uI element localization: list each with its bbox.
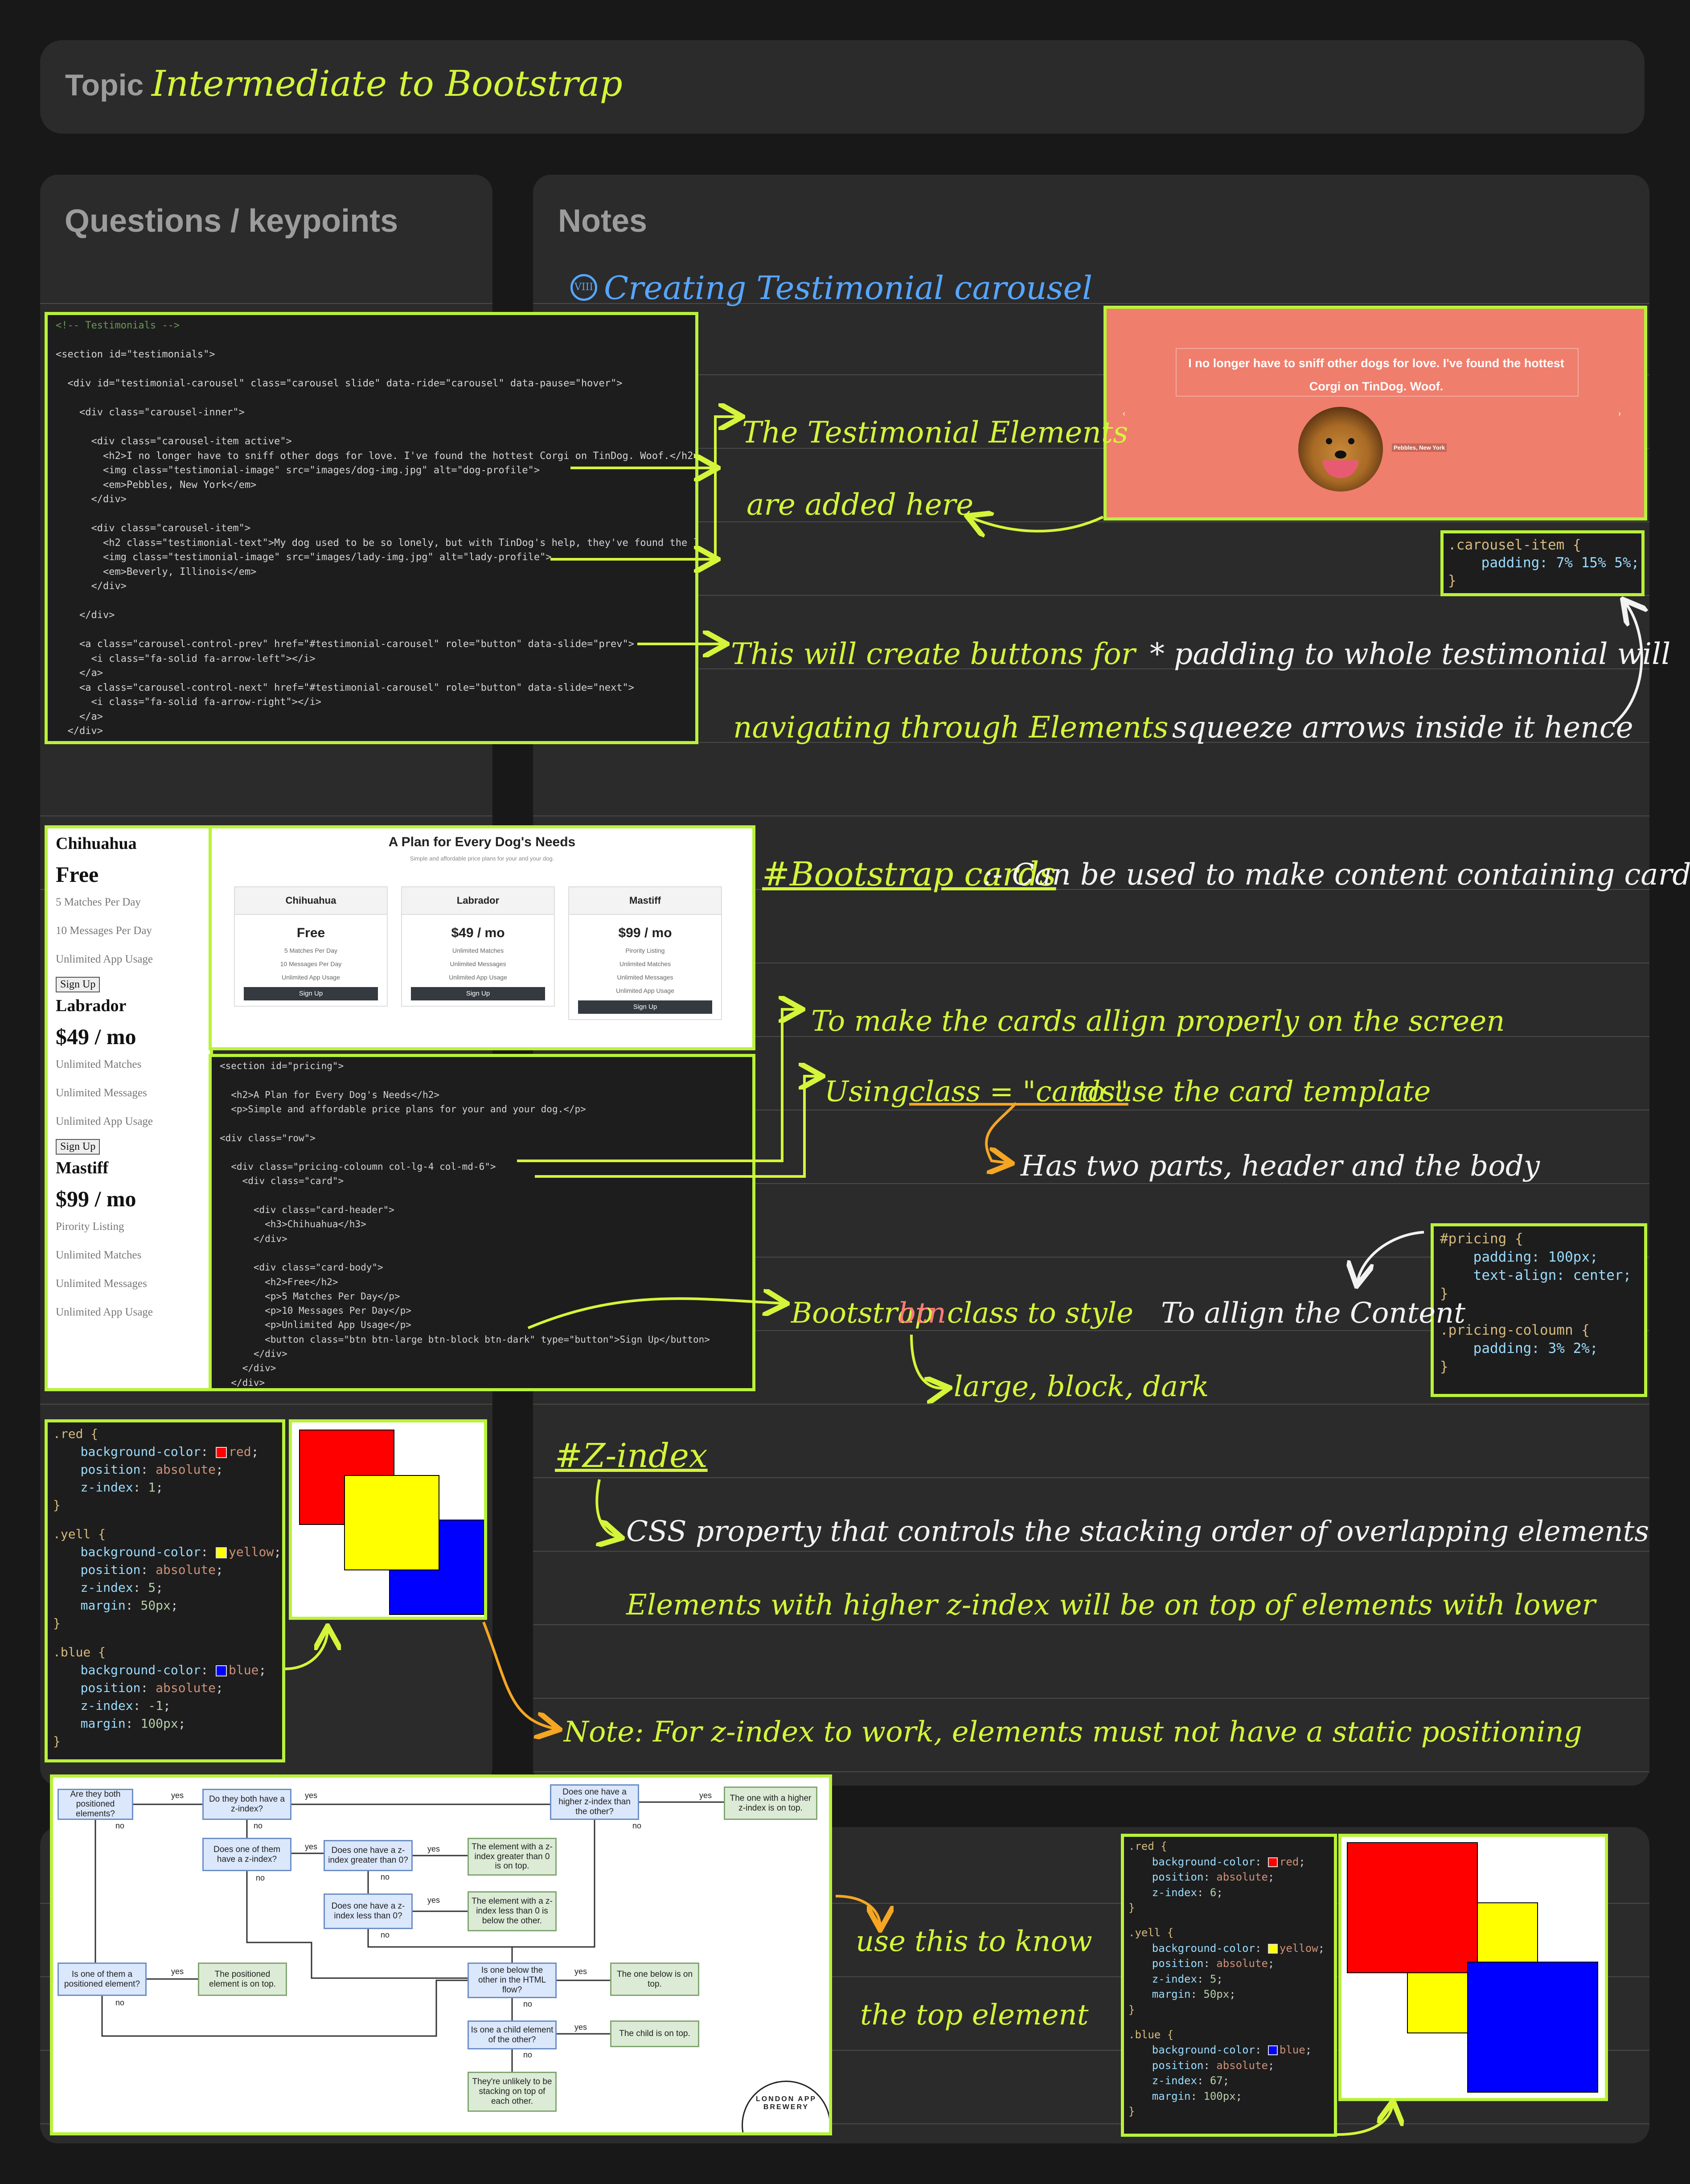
arrow	[527, 1299, 784, 1329]
arrow	[969, 517, 1104, 531]
arrow	[714, 417, 740, 561]
arrow	[1357, 1231, 1424, 1283]
red-square-2	[1347, 1842, 1478, 1973]
blue-square-2	[1467, 1962, 1598, 2093]
arrow	[517, 1009, 800, 1162]
arrow	[910, 1334, 947, 1389]
arrow	[985, 1102, 1017, 1163]
arrow	[595, 1479, 619, 1537]
yellow-square	[344, 1475, 439, 1570]
arrow	[482, 1621, 557, 1729]
arrow	[835, 1895, 880, 1927]
arrow	[285, 1629, 328, 1670]
arrow	[1337, 2103, 1393, 2136]
arrow	[1612, 602, 1642, 725]
